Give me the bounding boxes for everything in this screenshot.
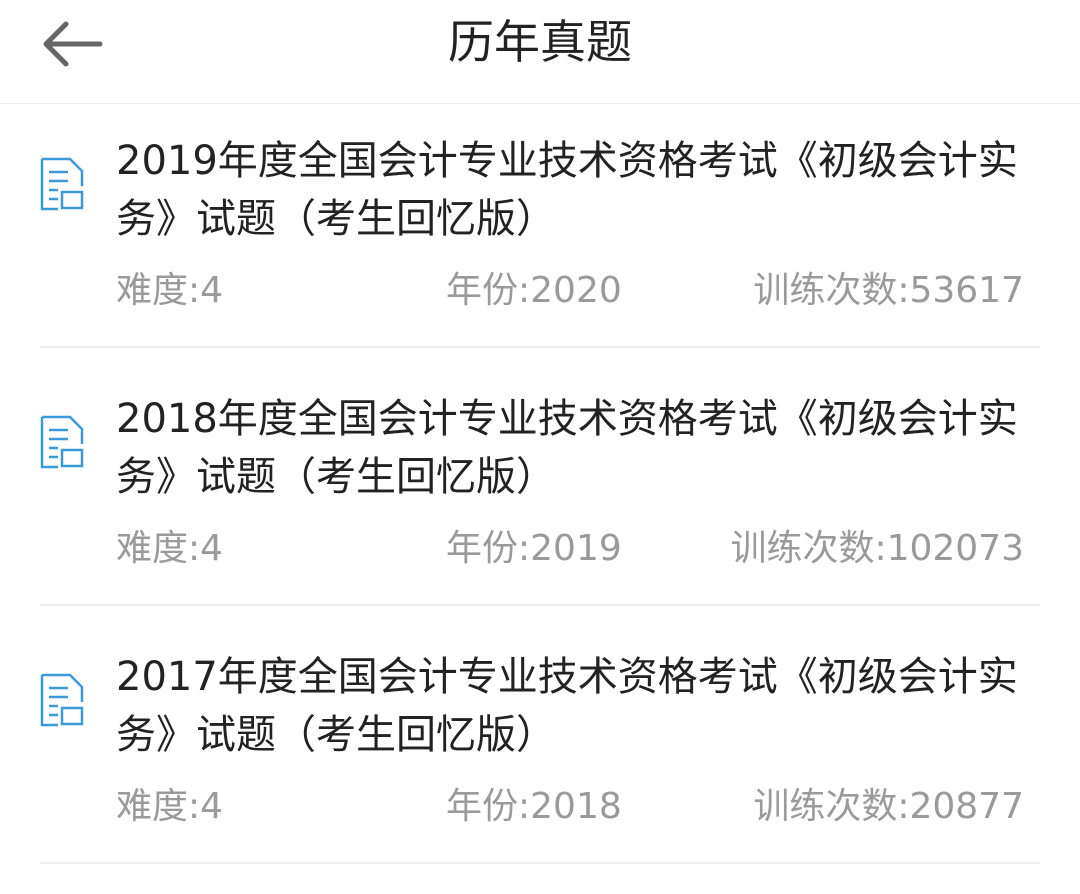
difficulty-label: 难度:4 <box>116 270 224 311</box>
difficulty-label: 难度:4 <box>116 528 224 569</box>
exam-list-item[interactable]: 2017年度全国会计专业技术资格考试《初级会计实务》试题（考生回忆版） 难度:4… <box>0 620 1080 878</box>
year-label: 年份:2019 <box>446 528 622 569</box>
exam-title: 2019年度全国会计专业技术资格考试《初级会计实务》试题（考生回忆版） <box>116 138 1018 242</box>
difficulty-label: 难度:4 <box>116 786 224 827</box>
divider <box>40 346 1040 348</box>
exam-list: 2019年度全国会计专业技术资格考试《初级会计实务》试题（考生回忆版） 难度:4… <box>0 104 1080 878</box>
exam-title: 2017年度全国会计专业技术资格考试《初级会计实务》试题（考生回忆版） <box>116 654 1018 758</box>
document-icon <box>40 157 84 211</box>
divider <box>40 604 1040 606</box>
exam-list-item[interactable]: 2019年度全国会计专业技术资格考试《初级会计实务》试题（考生回忆版） 难度:4… <box>0 104 1080 362</box>
practice-count-label: 训练次数:53617 <box>753 270 1024 311</box>
practice-count-label: 训练次数:102073 <box>730 528 1024 569</box>
divider <box>40 862 1040 864</box>
document-icon <box>40 415 84 469</box>
document-icon <box>40 673 84 727</box>
app-header: 历年真题 <box>0 0 1080 104</box>
page-title: 历年真题 <box>448 15 632 69</box>
year-label: 年份:2020 <box>446 270 622 311</box>
exam-title: 2018年度全国会计专业技术资格考试《初级会计实务》试题（考生回忆版） <box>116 396 1018 500</box>
exam-list-item[interactable]: 2018年度全国会计专业技术资格考试《初级会计实务》试题（考生回忆版） 难度:4… <box>0 362 1080 620</box>
practice-count-label: 训练次数:20877 <box>753 786 1024 827</box>
year-label: 年份:2018 <box>446 786 622 827</box>
